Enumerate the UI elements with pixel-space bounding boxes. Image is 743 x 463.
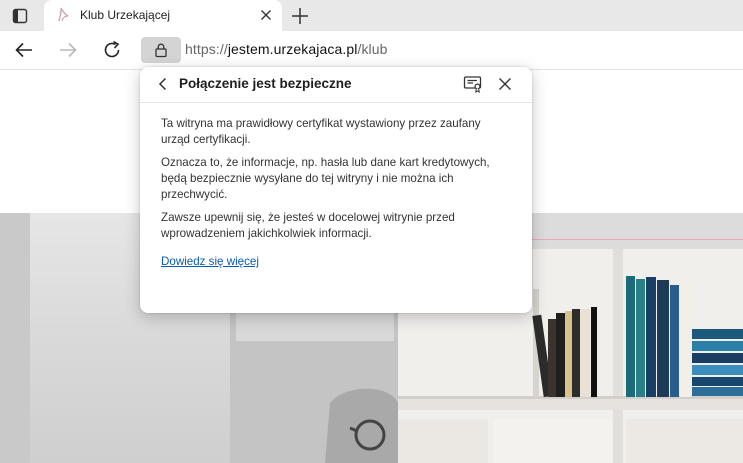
connection-security-popup: Połączenie jest bezpieczne Ta witryna ma… xyxy=(140,67,532,313)
popup-paragraph-encryption: Oznacza to, że informacje, np. hasła lub… xyxy=(161,156,490,201)
url-path: /klub xyxy=(357,41,388,57)
certificate-icon xyxy=(463,76,482,93)
plus-icon xyxy=(292,8,308,24)
site-favicon-icon xyxy=(54,6,72,24)
tab-actions-button[interactable] xyxy=(8,4,32,28)
close-icon xyxy=(499,78,511,90)
new-tab-button[interactable] xyxy=(288,4,312,28)
close-icon xyxy=(261,10,271,20)
back-button[interactable] xyxy=(12,38,36,62)
forward-button[interactable] xyxy=(56,38,80,62)
url-protocol: https:// xyxy=(185,41,228,57)
tab-title: Klub Urzekającej xyxy=(80,8,171,22)
popup-paragraph-certificate: Ta witryna ma prawidłowy certyfikat wyst… xyxy=(161,117,481,146)
popup-body: Ta witryna ma prawidłowy certyfikat wyst… xyxy=(161,116,511,270)
reload-button[interactable] xyxy=(100,38,124,62)
site-info-button[interactable] xyxy=(141,37,181,63)
lock-icon xyxy=(155,43,167,58)
popup-close-button[interactable] xyxy=(497,76,513,92)
tab-strip: Klub Urzekającej xyxy=(0,0,743,31)
chevron-left-icon xyxy=(158,77,167,91)
popup-back-button[interactable] xyxy=(155,76,171,92)
arrow-right-icon xyxy=(60,42,77,58)
arrow-left-icon xyxy=(15,42,32,58)
learn-more-link[interactable]: Dowiedz się więcej xyxy=(161,254,259,270)
tab-active[interactable]: Klub Urzekającej xyxy=(44,0,282,31)
refresh-icon xyxy=(104,40,120,58)
browser-toolbar: https://jestem.urzekajaca.pl/klub xyxy=(0,31,743,70)
tab-actions-icon xyxy=(12,8,28,24)
popup-paragraph-caution: Zawsze upewnij się, że jesteś w docelowe… xyxy=(161,211,455,240)
url-host: jestem.urzekajaca.pl xyxy=(227,41,358,57)
popup-title: Połączenie jest bezpieczne xyxy=(179,76,352,91)
tab-close-button[interactable] xyxy=(258,7,274,23)
address-bar-url[interactable]: https://jestem.urzekajaca.pl/klub xyxy=(185,41,388,57)
certificate-button[interactable] xyxy=(463,75,483,93)
popup-header: Połączenie jest bezpieczne xyxy=(140,67,532,103)
